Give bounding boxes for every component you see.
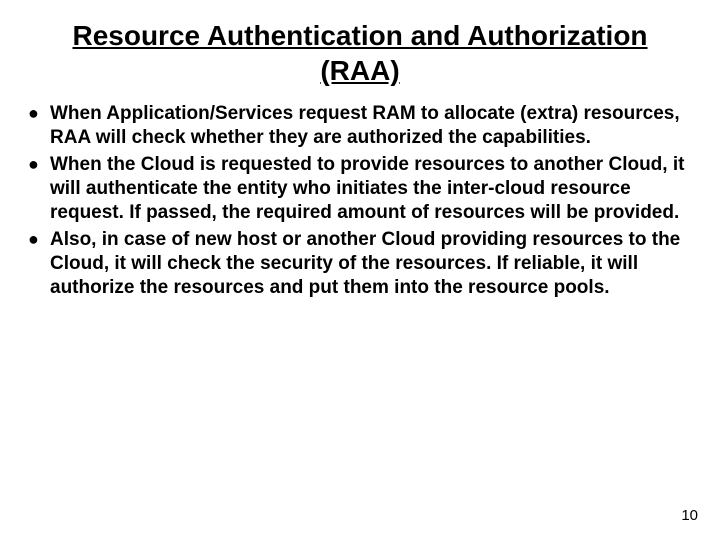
list-item: When Application/Services request RAM to… — [28, 102, 692, 151]
slide-title: Resource Authentication and Authorizatio… — [0, 0, 720, 98]
page-number: 10 — [681, 507, 698, 524]
bullet-list: When Application/Services request RAM to… — [28, 102, 692, 301]
slide-content: When Application/Services request RAM to… — [0, 98, 720, 301]
list-item: When the Cloud is requested to provide r… — [28, 153, 692, 226]
list-item: Also, in case of new host or another Clo… — [28, 228, 692, 301]
